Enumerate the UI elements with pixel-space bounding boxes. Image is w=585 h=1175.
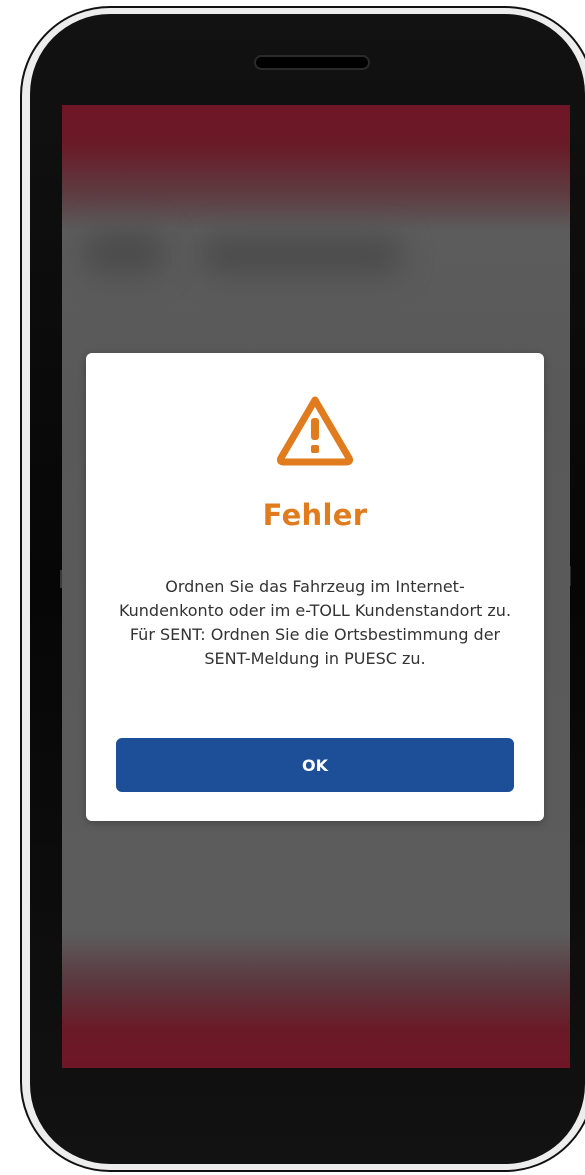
blurred-header-element <box>84 230 164 275</box>
blurred-header-element <box>202 235 402 275</box>
warning-triangle-icon <box>276 396 354 466</box>
app-screen: Fehler Ordnen Sie das Fahrzeug im Intern… <box>62 105 570 1068</box>
phone-speaker <box>256 57 368 68</box>
ok-button[interactable]: OK <box>116 738 514 792</box>
error-dialog: Fehler Ordnen Sie das Fahrzeug im Intern… <box>86 353 544 821</box>
dialog-title: Fehler <box>262 498 368 532</box>
dialog-message: Ordnen Sie das Fahrzeug im Internet-Kund… <box>118 577 512 668</box>
